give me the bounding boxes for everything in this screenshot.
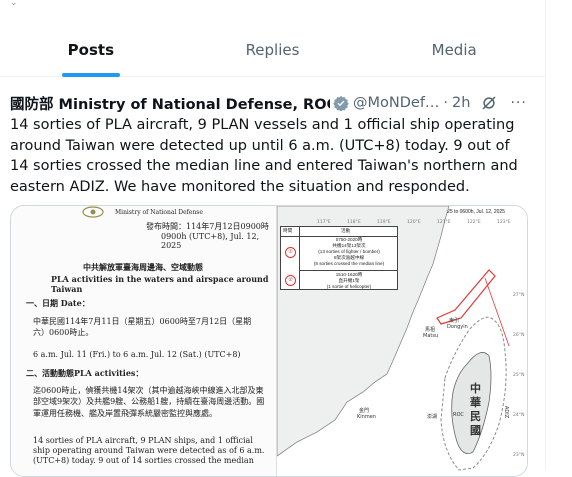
label-kinmen: 金門 <box>359 407 369 414</box>
label-adiz: ADIZ <box>503 406 509 419</box>
longitude-label: 121°E <box>437 219 451 225</box>
longitude-label: 119°E <box>377 219 391 225</box>
legend-row2-line3: (1 sortie of helicopter) <box>326 284 372 289</box>
label-dongyin-en: Dongyin <box>447 324 468 330</box>
label-matsu: 馬祖 <box>425 326 435 333</box>
top-strip: ⌄ <box>0 0 572 10</box>
doc-date-en: 0900h (UTC+8), Jul. 12, 2025 <box>161 232 260 250</box>
press-release-image: Ministry of National Defense 發布時間：114年7月… <box>11 206 276 476</box>
legend-row2-line1: 1510-1620時 <box>335 272 363 277</box>
verified-badge-icon <box>333 96 349 111</box>
doc-date-range-zh: 中華民國114年7月11日（星期五）0600時至7月12日（星期六）0600時止… <box>33 317 252 337</box>
tab-posts[interactable]: Posts <box>0 26 182 77</box>
chevron-down-icon: ⌄ <box>10 0 18 8</box>
longitude-label: 118°E <box>347 219 361 225</box>
tab-label: Posts <box>67 41 114 59</box>
legend-row-divider <box>300 270 397 271</box>
more-options-icon[interactable]: ··· <box>510 95 526 111</box>
latitude-label: 23°N <box>513 452 524 458</box>
author-handle[interactable]: @MoNDef… <box>353 95 439 111</box>
legend-row1-line5: (8 sorties crossed the median line) <box>313 261 385 266</box>
separator-dot: · <box>443 95 449 111</box>
longitude-label: 122°E <box>467 219 481 225</box>
label-kinmen-en: Kinmen <box>357 414 376 420</box>
latitude-label: 25°N <box>513 372 524 378</box>
legend-row2-line2: 直升機1架 <box>338 278 360 283</box>
grok-icon[interactable] <box>480 94 498 112</box>
longitude-label: 120°E <box>407 219 421 225</box>
median-line <box>484 277 510 347</box>
legend-row1-line2: 共機14架13架次 <box>332 243 366 248</box>
label-roc-zh-4: 國 <box>470 424 481 437</box>
doc-activity-en: 14 sorties of PLA aircraft, 9 PLAN ships… <box>33 436 265 465</box>
label-penghu: 澎湖 <box>427 413 437 420</box>
tab-label: Media <box>431 41 477 59</box>
label-roc-zh-3: 民 <box>470 410 481 423</box>
tab-media[interactable]: Media <box>363 26 545 76</box>
legend-col-activity: 活動 <box>341 228 351 233</box>
doc-section-date: 一、日期 Date： <box>26 298 90 308</box>
doc-date-zh: 發布時間：114年7月12日0900時 <box>146 222 269 231</box>
label-dongyin: 東引 <box>449 317 459 324</box>
tweet-text: 14 sorties of PLA aircraft, 9 PLAN vesse… <box>10 117 518 195</box>
label-roc-zh-1: 中 <box>470 381 481 395</box>
longitude-labels: 117°E 118°E 119°E 120°E 121°E 122°E 123°E <box>317 219 511 225</box>
tab-label: Replies <box>245 41 300 59</box>
author-name[interactable]: 國防部 Ministry of National Defense, ROC(T… <box>10 93 330 114</box>
legend-mark-1: ① <box>285 247 296 258</box>
latitude-label: 26°N <box>513 332 524 338</box>
label-roc-en: ROC <box>453 412 464 418</box>
doc-activity-zh: 迄0600時止，偵獲共機14架次（其中逾越海峽中線進入北部及東部空域9架次）及共… <box>33 386 265 418</box>
legend-column-divider <box>299 227 300 289</box>
legend-mark-2: ② <box>285 275 296 286</box>
label-roc-zh-2: 華 <box>470 395 481 409</box>
latitude-labels: 27°N 26°N 25°N 24°N 23°N <box>513 292 524 458</box>
doc-section-activities: 二、活動動態PLA activities： <box>26 368 144 378</box>
activity-map-image: Info. Time: 0600h, Jul. 11, 2025 to 0600… <box>276 206 527 476</box>
longitude-label: 117°E <box>317 219 331 225</box>
column-divider <box>545 0 546 470</box>
legend-row1-line3: (13 sorties of fighter / bomber) <box>318 249 380 254</box>
map-legend: 時間 活動 ① 0750-2020時 共機14架13架次 (13 sorties… <box>280 226 398 290</box>
tweet-header: 國防部 Ministry of National Defense, ROC(T…… <box>10 93 536 113</box>
doc-title-en: PLA activities in the waters and airspac… <box>51 274 269 294</box>
profile-tabs: Posts Replies Media <box>0 26 545 77</box>
doc-date-range-en: 6 a.m. Jul. 11 (Fri.) to 6 a.m. Jul. 12 … <box>33 350 241 359</box>
tweet[interactable]: 國防部 Ministry of National Defense, ROC(T…… <box>0 77 545 477</box>
latitude-label: 24°N <box>513 412 524 418</box>
doc-ministry: Ministry of National Defense <box>115 209 203 216</box>
legend-row1-line4: 8架次逾越中線 <box>333 255 365 260</box>
pla-flight-track <box>436 269 496 325</box>
post-time[interactable]: 2h <box>452 95 470 111</box>
ministry-emblem-icon <box>82 206 104 218</box>
tab-replies[interactable]: Replies <box>182 26 364 76</box>
latitude-label: 27°N <box>513 292 524 298</box>
legend-row1-line1: 0750-2020時 <box>335 237 363 242</box>
legend-col-time: 時間 <box>283 228 293 233</box>
label-matsu-en: Matsu <box>423 333 438 339</box>
doc-title-zh: 中共解放軍臺海周邊海、空域動態 <box>83 262 203 272</box>
tweet-media[interactable]: Ministry of National Defense 發布時間：114年7月… <box>10 205 528 477</box>
longitude-label: 123°E <box>497 219 511 225</box>
